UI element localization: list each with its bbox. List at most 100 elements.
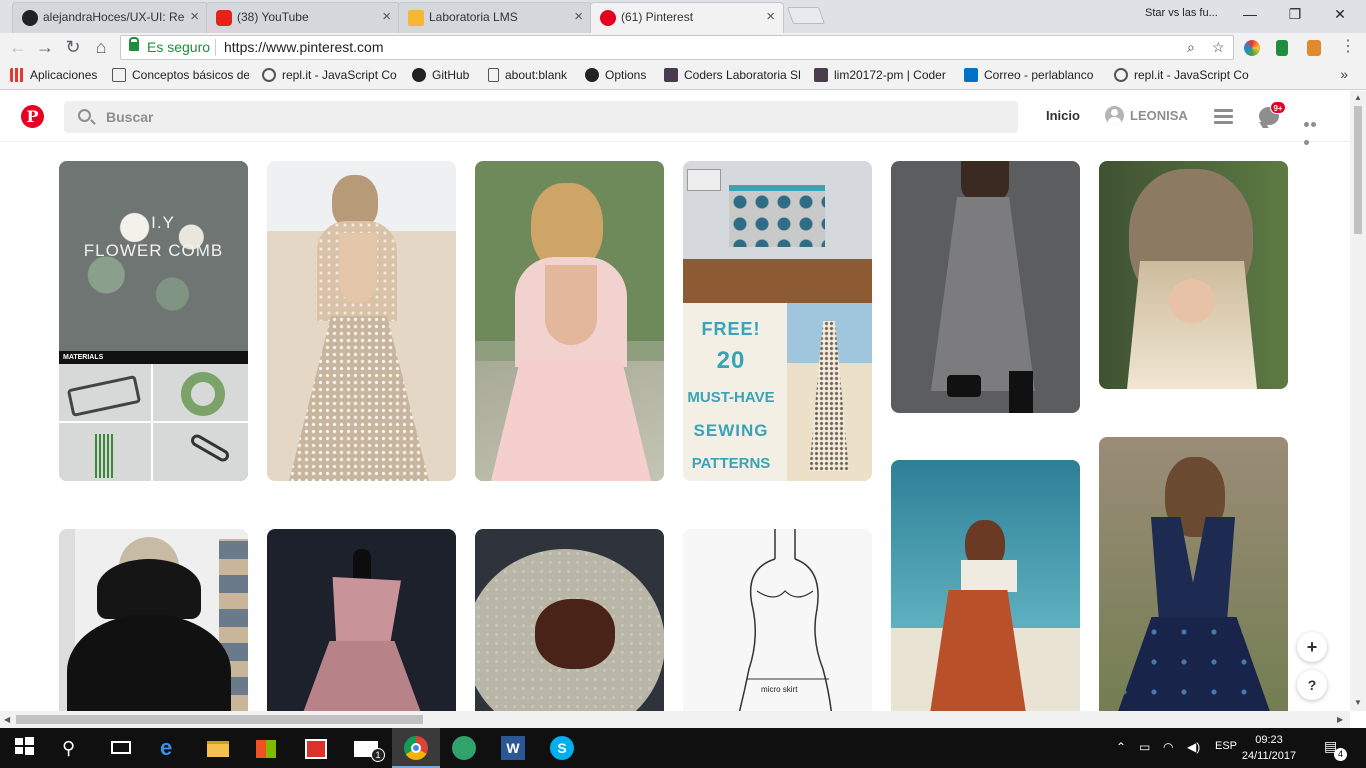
reload-button[interactable]: ↻ xyxy=(61,36,85,60)
pin-navy-gown[interactable] xyxy=(1099,437,1288,711)
wifi-icon[interactable]: ◠ xyxy=(1163,740,1173,754)
pin-pink-dress[interactable] xyxy=(475,161,664,481)
flag-extension-icon[interactable] xyxy=(1276,40,1288,56)
volume-icon[interactable]: ◀) xyxy=(1187,740,1200,754)
bookmarks-more-button[interactable]: » xyxy=(1340,66,1348,82)
github-icon xyxy=(22,10,38,26)
menu-icon[interactable] xyxy=(1214,109,1233,124)
bookmark-replit-2[interactable]: repl.it - JavaScript Co xyxy=(1114,68,1250,82)
tray-expand-icon[interactable]: ⌃ xyxy=(1116,740,1126,754)
restore-button[interactable]: ❐ xyxy=(1275,3,1315,27)
close-icon[interactable]: × xyxy=(190,3,199,31)
tab-laboratoria[interactable]: Laboratoria LMS × xyxy=(398,2,592,33)
tab-title: Laboratoria LMS xyxy=(429,10,518,24)
atom-icon[interactable] xyxy=(452,736,476,760)
bookmark-label: Aplicaciones xyxy=(30,68,98,82)
tape-shape xyxy=(181,372,225,416)
bookmark-conceptos[interactable]: Conceptos básicos de xyxy=(112,68,249,82)
add-pin-button[interactable]: + xyxy=(1297,632,1327,662)
avatar[interactable] xyxy=(1105,106,1124,125)
tab-pinterest[interactable]: (61) Pinterest × xyxy=(590,2,784,34)
pin-headline: 20 xyxy=(716,347,746,374)
skype-icon[interactable]: S xyxy=(550,736,574,760)
tab-github[interactable]: alejandraHoces/UX-UI: Re × xyxy=(12,2,208,33)
scroll-thumb[interactable] xyxy=(16,715,423,724)
close-icon[interactable]: × xyxy=(574,3,583,31)
bookmark-correo[interactable]: Correo - perlablanco xyxy=(964,68,1100,82)
search-bar[interactable] xyxy=(64,101,1018,133)
forward-button[interactable]: → xyxy=(33,36,57,60)
word-icon[interactable]: W xyxy=(501,736,525,760)
language-indicator[interactable]: ESP xyxy=(1215,740,1237,752)
bookmark-github[interactable]: GitHub xyxy=(412,68,478,82)
scroll-down-arrow[interactable]: ▼ xyxy=(1354,698,1362,707)
pin-mauve-gown[interactable] xyxy=(267,529,456,711)
pin-chocolate-cookie[interactable] xyxy=(475,529,664,711)
home-button[interactable]: ⌂ xyxy=(89,36,113,60)
start-button[interactable] xyxy=(14,736,38,760)
pin-black-dress[interactable] xyxy=(59,529,248,711)
help-button[interactable]: ? xyxy=(1297,670,1327,700)
scroll-up-arrow[interactable]: ▲ xyxy=(1354,93,1362,102)
chrome-icon xyxy=(404,736,428,760)
store-icon[interactable] xyxy=(256,736,280,760)
color-extension-icon[interactable] xyxy=(1244,40,1260,56)
bookmark-lim20172[interactable]: lim20172-pm | Coder xyxy=(814,68,950,82)
address-bar[interactable]: Es seguro https://www.pinterest.com ⌕ ☆ xyxy=(120,35,1234,60)
screen: alejandraHoces/UX-UI: Re × (38) YouTube … xyxy=(0,0,1366,768)
pinterest-logo[interactable]: P xyxy=(21,105,44,128)
horizontal-scrollbar[interactable]: ◀ ▶ xyxy=(0,711,1350,728)
url-text[interactable]: https://www.pinterest.com xyxy=(224,36,384,59)
vertical-scrollbar[interactable]: ▲ ▼ xyxy=(1350,91,1366,711)
pin-flower-comb[interactable]: D.I.Y FLOWER COMB MATERIALS xyxy=(59,161,248,481)
clock-time: 09:23 xyxy=(1255,734,1283,746)
pin-sewing-patterns[interactable]: FREE! 20 MUST-HAVE SEWING PATTERNS xyxy=(683,161,872,481)
pin-braid-hair[interactable] xyxy=(1099,161,1288,389)
file-explorer-icon[interactable] xyxy=(207,736,231,760)
bookmark-label: repl.it - JavaScript Co xyxy=(282,68,397,82)
back-button[interactable]: ← xyxy=(6,36,30,60)
tool-extension-icon[interactable] xyxy=(1307,40,1321,56)
bookmark-coders[interactable]: Coders Laboratoria Sl xyxy=(664,68,800,82)
task-view-icon[interactable] xyxy=(109,736,133,760)
skirt-model xyxy=(809,321,849,471)
bookmark-replit[interactable]: repl.it - JavaScript Co xyxy=(262,68,398,82)
star-icon[interactable]: ☆ xyxy=(1212,36,1225,59)
tab-youtube[interactable]: (38) YouTube × xyxy=(206,2,400,33)
zoom-icon[interactable]: ⌕ xyxy=(1187,36,1195,59)
windows-taskbar: ⚲ e 1 W S ⌃ ▭ ◠ ◀) ESP 09:23 24/11/2017 … xyxy=(0,728,1366,768)
pin-sequin-dress[interactable] xyxy=(267,161,456,481)
minimize-button[interactable]: — xyxy=(1230,3,1270,27)
pin-skirt-sketch[interactable]: micro skirt xyxy=(683,529,872,711)
close-icon[interactable]: × xyxy=(382,3,391,31)
page-icon xyxy=(488,68,499,82)
bookmark-apps[interactable]: Aplicaciones xyxy=(10,68,102,82)
search-input[interactable] xyxy=(106,107,986,127)
home-link[interactable]: Inicio xyxy=(1046,108,1080,123)
battery-icon[interactable]: ▭ xyxy=(1139,740,1150,754)
pin-orange-dress[interactable] xyxy=(891,460,1080,711)
search-icon[interactable]: ⚲ xyxy=(62,736,86,760)
pin-headline: SEWING xyxy=(693,421,769,440)
chrome-menu-icon[interactable]: ⋮ xyxy=(1336,36,1360,60)
bookmark-label: repl.it - JavaScript Co xyxy=(1134,68,1249,82)
scroll-thumb[interactable] xyxy=(1354,106,1362,234)
gift-app-icon[interactable] xyxy=(305,736,329,760)
pin-gray-dress[interactable] xyxy=(891,161,1080,413)
close-icon[interactable]: × xyxy=(766,3,775,31)
close-window-button[interactable]: ✕ xyxy=(1320,3,1360,27)
bookmark-options[interactable]: Options xyxy=(585,68,655,82)
dress-skirt xyxy=(67,614,231,711)
edge-icon[interactable]: e xyxy=(160,736,184,760)
materials-photo xyxy=(59,364,248,481)
taskbar-clock[interactable]: 09:23 24/11/2017 xyxy=(1237,732,1301,764)
more-options-icon[interactable] xyxy=(1304,114,1324,145)
scroll-right-arrow[interactable]: ▶ xyxy=(1337,715,1343,724)
bookmark-label: about:blank xyxy=(505,68,568,82)
tab-title: (38) YouTube xyxy=(237,10,309,24)
new-tab-button[interactable] xyxy=(786,7,826,24)
scroll-left-arrow[interactable]: ◀ xyxy=(4,715,10,724)
bookmark-about-blank[interactable]: about:blank xyxy=(488,68,574,82)
clutch-bag xyxy=(947,375,981,397)
profile-link[interactable]: LEONISA xyxy=(1130,108,1188,123)
